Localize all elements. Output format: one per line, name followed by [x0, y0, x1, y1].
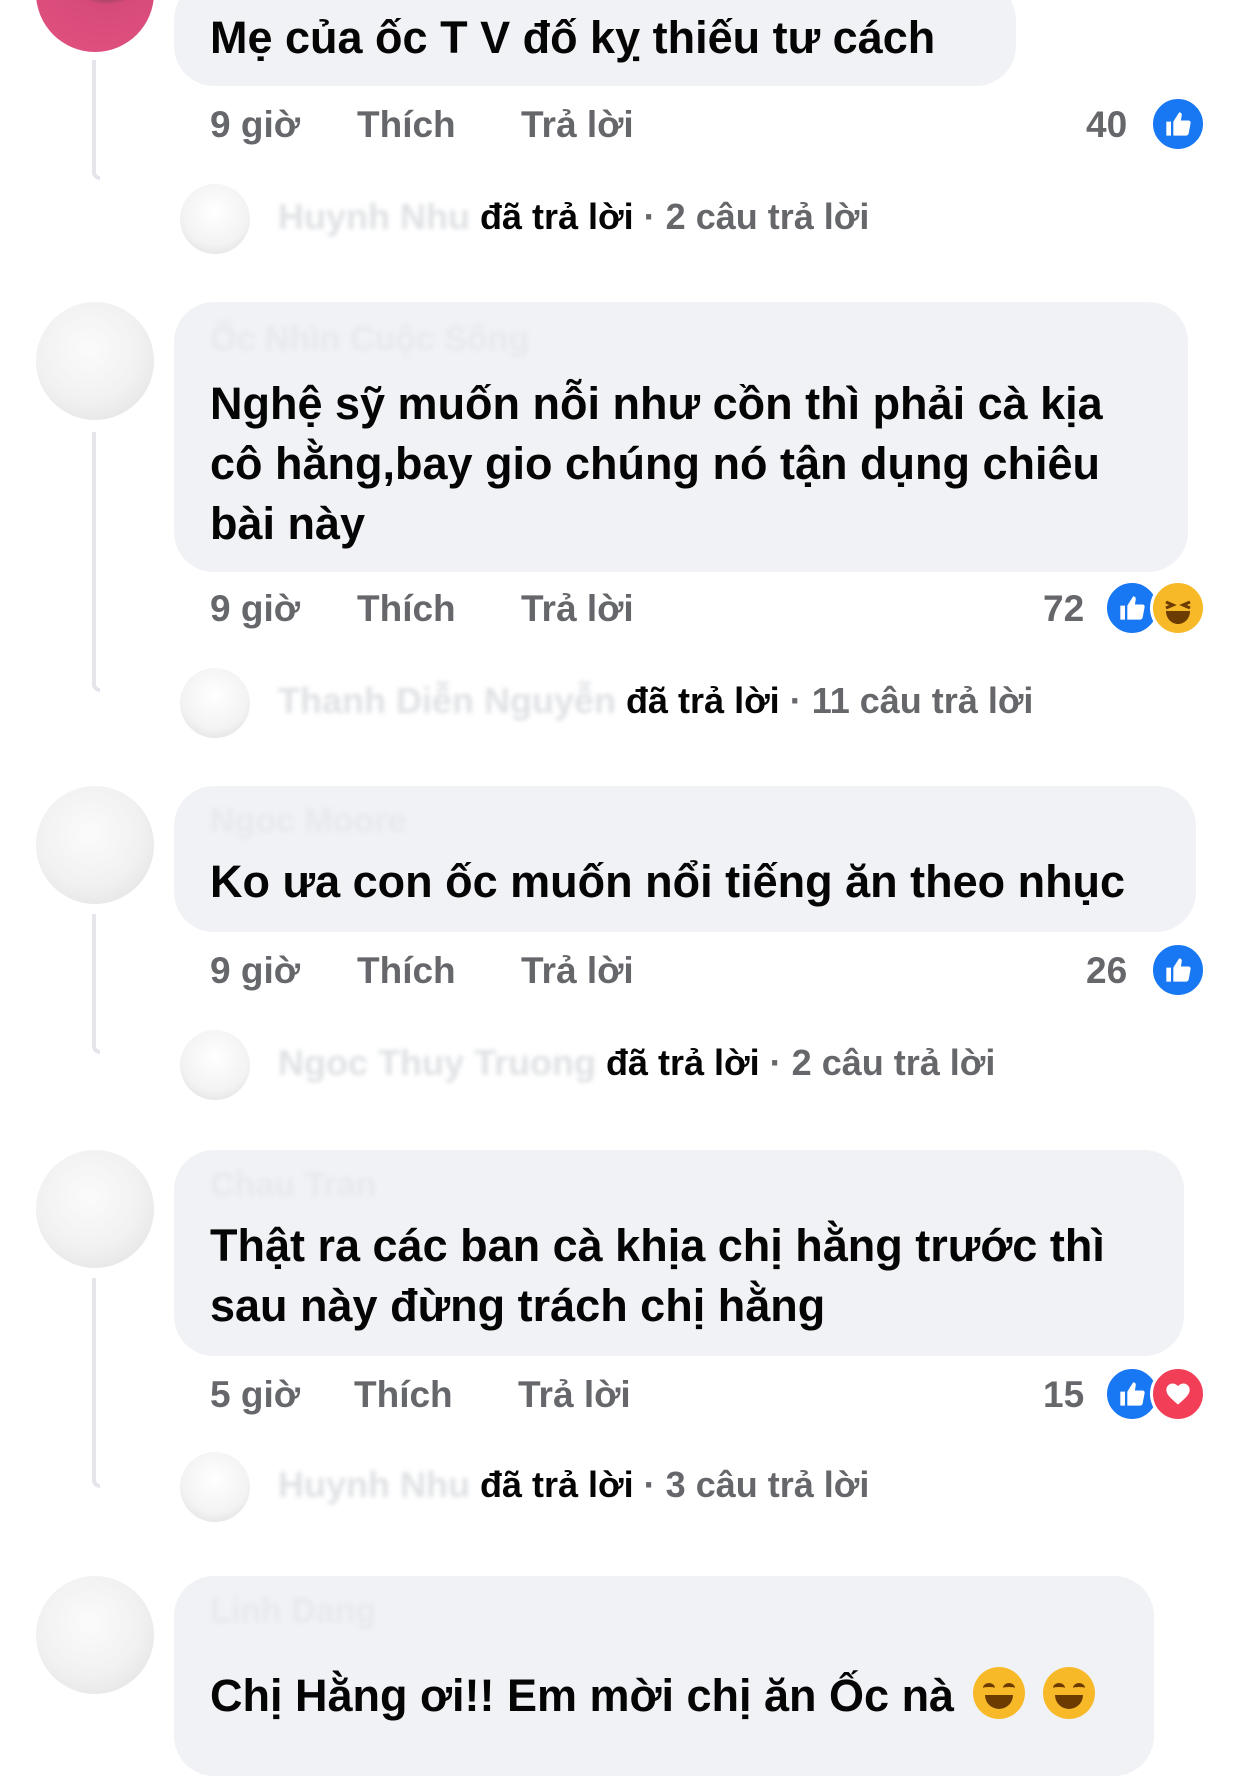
separator: ·	[789, 680, 802, 721]
comment-bubble: Linh Dang Chị Hằng ơi!! Em mời chị ăn Ốc…	[174, 1576, 1154, 1776]
comment-bubble: Ngoc Moore Ko ưa con ốc muốn nổi tiếng ă…	[174, 786, 1196, 932]
separator: ·	[643, 1464, 656, 1505]
comment-time[interactable]: 9 giờ	[210, 950, 300, 992]
love-icon[interactable]	[1150, 1366, 1206, 1422]
reply-avatar[interactable]	[180, 184, 250, 254]
comment-text: Chị Hằng ơi!! Em mời chị ăn Ốc nà	[210, 1666, 1124, 1726]
comment-time[interactable]: 9 giờ	[210, 104, 300, 146]
reply-avatar[interactable]	[180, 1452, 250, 1522]
comment-bubble: Ốc Nhìn Cuộc Sống Nghệ sỹ muốn nỗi như c…	[174, 302, 1188, 572]
reaction-count[interactable]: 26	[1086, 950, 1127, 992]
comment-author[interactable]: Linh Dang	[210, 1592, 376, 1631]
reply-count: 11 câu trả lời	[811, 680, 1034, 721]
reply-author: Thanh Diễn Nguyễn	[278, 680, 617, 721]
reply-avatar[interactable]	[180, 1030, 250, 1100]
comment-bubble: Mẹ của ốc T V đố kỵ thiếu tư cách	[174, 0, 1016, 86]
comment-text: Mẹ của ốc T V đố kỵ thiếu tư cách	[210, 12, 936, 63]
comment-time[interactable]: 5 giờ	[210, 1374, 300, 1416]
comment-text-content: Chị Hằng ơi!! Em mời chị ăn Ốc nà	[210, 1670, 955, 1721]
reply-button[interactable]: Trả lời	[521, 588, 634, 630]
avatar[interactable]	[36, 302, 154, 420]
avatar[interactable]	[36, 1576, 154, 1694]
like-button[interactable]: Thích	[357, 588, 456, 630]
separator: ·	[769, 1042, 782, 1083]
comment-author[interactable]: Ốc Nhìn Cuộc Sống	[210, 320, 529, 359]
reply-author: Huynh Nhu	[278, 1464, 470, 1505]
view-replies-link[interactable]: Ngoc Thuy Truong đã trả lời · 2 câu trả …	[278, 1042, 995, 1084]
rofl-emoji-icon	[1043, 1667, 1096, 1719]
thread-connector	[92, 914, 100, 1054]
comment-time[interactable]: 9 giờ	[210, 588, 300, 630]
reaction-count[interactable]: 72	[1043, 588, 1084, 630]
view-replies-link[interactable]: Huynh Nhu đã trả lời · 2 câu trả lời	[278, 196, 869, 238]
reply-action: đã trả lời	[480, 196, 634, 237]
avatar[interactable]	[36, 786, 154, 904]
avatar[interactable]	[36, 0, 154, 52]
comment-bubble: Chau Tran Thật ra các ban cà khịa chị hằ…	[174, 1150, 1184, 1356]
reply-action: đã trả lời	[606, 1042, 760, 1083]
reply-avatar[interactable]	[180, 668, 250, 738]
reply-action: đã trả lời	[480, 1464, 634, 1505]
like-icon[interactable]	[1150, 942, 1206, 998]
reaction-count[interactable]: 15	[1043, 1374, 1084, 1416]
thread-connector	[92, 1278, 100, 1488]
like-button[interactable]: Thích	[357, 104, 456, 146]
view-replies-link[interactable]: Huynh Nhu đã trả lời · 3 câu trả lời	[278, 1464, 869, 1506]
thread-connector	[92, 60, 100, 180]
reply-button[interactable]: Trả lời	[518, 1374, 631, 1416]
reply-button[interactable]: Trả lời	[521, 950, 634, 992]
avatar[interactable]	[36, 1150, 154, 1268]
separator: ·	[643, 196, 656, 237]
view-replies-link[interactable]: Thanh Diễn Nguyễn đã trả lời · 11 câu tr…	[278, 680, 1033, 722]
like-button[interactable]: Thích	[357, 950, 456, 992]
reply-button[interactable]: Trả lời	[521, 104, 634, 146]
rofl-emoji-icon	[972, 1667, 1025, 1719]
like-icon[interactable]	[1150, 96, 1206, 152]
comment-text: Thật ra các ban cà khịa chị hằng trước t…	[210, 1220, 1105, 1331]
haha-icon[interactable]	[1150, 580, 1206, 636]
reaction-count[interactable]: 40	[1086, 104, 1127, 146]
reply-author: Ngoc Thuy Truong	[278, 1042, 596, 1083]
comment-text: Ko ưa con ốc muốn nổi tiếng ăn theo nhục	[210, 856, 1126, 907]
reply-author: Huynh Nhu	[278, 196, 470, 237]
comment-text: Nghệ sỹ muốn nỗi như cồn thì phải cà kịa…	[210, 378, 1103, 549]
thread-connector	[92, 432, 100, 692]
reply-action: đã trả lời	[626, 680, 780, 721]
comment-author[interactable]: Ngoc Moore	[210, 802, 406, 841]
reply-count: 2 câu trả lời	[665, 196, 870, 237]
reply-count: 2 câu trả lời	[791, 1042, 996, 1083]
comment-author[interactable]: Chau Tran	[210, 1166, 376, 1205]
like-button[interactable]: Thích	[354, 1374, 453, 1416]
reply-count: 3 câu trả lời	[665, 1464, 870, 1505]
